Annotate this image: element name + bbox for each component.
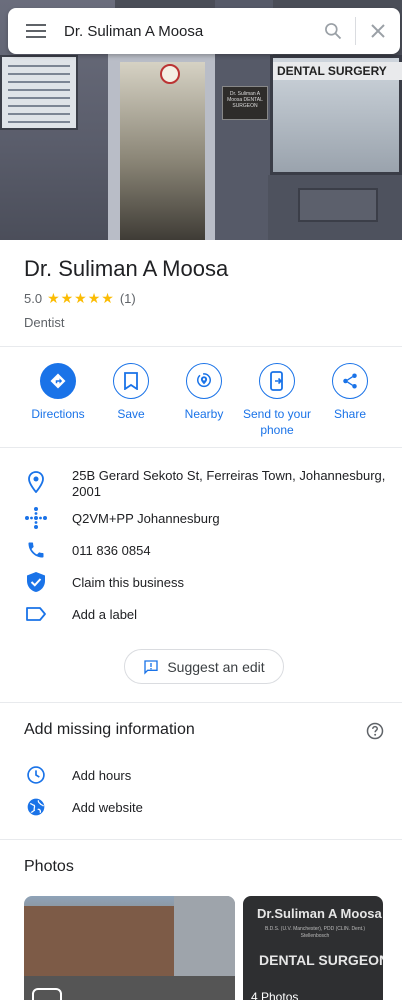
hero-sign: DENTAL SURGERY <box>273 62 402 80</box>
feedback-icon <box>144 659 159 675</box>
save-button[interactable]: Save <box>91 363 171 422</box>
photos-heading: Photos <box>24 858 74 875</box>
hero-vent <box>298 188 378 222</box>
review-count-link[interactable]: (1) <box>120 291 136 306</box>
add-label-text: Add a label <box>72 607 138 622</box>
claim-business-text: Claim this business <box>72 575 184 590</box>
hero-doorway <box>120 62 205 240</box>
label-icon <box>24 602 48 626</box>
place-title: Dr. Suliman A Moosa <box>24 256 229 281</box>
globe-icon <box>24 795 48 819</box>
address-text: 25B Gerard Sekoto St, Ferreiras Town, Jo… <box>72 468 386 499</box>
action-row: Directions Save Nearby Send to your phon… <box>0 363 402 443</box>
help-icon[interactable] <box>366 722 384 740</box>
directions-label: Directions <box>31 407 85 421</box>
search-bar: Dr. Suliman A Moosa <box>8 8 400 54</box>
photo-count-label: 4 Photos <box>251 990 299 1000</box>
hero-plaque: Dr. Suliman A Moosa DENTAL SURGEON <box>222 86 268 120</box>
plus-code-icon <box>24 506 48 530</box>
no-smoking-sign <box>160 64 180 84</box>
directions-button[interactable]: Directions <box>18 363 98 422</box>
verified-shield-icon <box>24 570 48 594</box>
nearby-icon <box>186 363 222 399</box>
directions-icon <box>40 363 76 399</box>
location-pin-icon <box>24 470 48 494</box>
share-label: Share <box>333 407 367 421</box>
photo-sign-title: DENTAL SURGEON <box>259 952 383 968</box>
nearby-button[interactable]: Nearby <box>164 363 244 422</box>
rating-row: 5.0 ★★★★★ (1) <box>24 289 136 307</box>
divider <box>0 447 402 448</box>
photo-sign-name: Dr.Suliman A Moosa <box>257 906 382 921</box>
suggest-edit-label: Suggest an edit <box>167 658 265 675</box>
share-button[interactable]: Share <box>310 363 390 422</box>
street-view-icon <box>32 988 62 1000</box>
share-icon <box>332 363 368 399</box>
photo-sign-credentials: B.D.S. (U.V. Manchester), PDD (CLIN. Den… <box>264 926 366 939</box>
add-website-text: Add website <box>72 800 143 815</box>
rating-stars: ★★★★★ <box>47 289 115 306</box>
send-to-phone-icon <box>259 363 295 399</box>
bookmark-icon <box>113 363 149 399</box>
divider <box>0 839 402 840</box>
send-to-phone-button[interactable]: Send to your phone <box>237 363 317 438</box>
plus-code-text: Q2VM+PP Johannesburg <box>72 511 220 526</box>
photo-street-view[interactable] <box>24 896 235 1000</box>
save-label: Save <box>117 407 145 421</box>
send-to-phone-label: Send to your phone <box>242 407 312 437</box>
clock-icon <box>24 763 48 787</box>
search-input[interactable]: Dr. Suliman A Moosa <box>64 23 311 40</box>
missing-info-heading: Add missing information <box>24 721 195 738</box>
suggest-edit-button[interactable]: Suggest an edit <box>124 649 284 684</box>
phone-text: 011 836 0854 <box>72 543 151 558</box>
phone-icon <box>24 538 48 562</box>
hero-poster <box>0 55 78 130</box>
photo-sign[interactable]: Dr.Suliman A Moosa B.D.S. (U.V. Manchest… <box>243 896 383 1000</box>
search-icon[interactable] <box>311 8 355 54</box>
divider <box>0 346 402 347</box>
close-icon[interactable] <box>356 8 400 54</box>
nearby-label: Nearby <box>184 407 224 421</box>
place-category[interactable]: Dentist <box>24 315 64 330</box>
divider <box>0 702 402 703</box>
menu-icon[interactable] <box>8 8 64 54</box>
add-hours-text: Add hours <box>72 768 132 783</box>
rating-value: 5.0 <box>24 290 43 306</box>
